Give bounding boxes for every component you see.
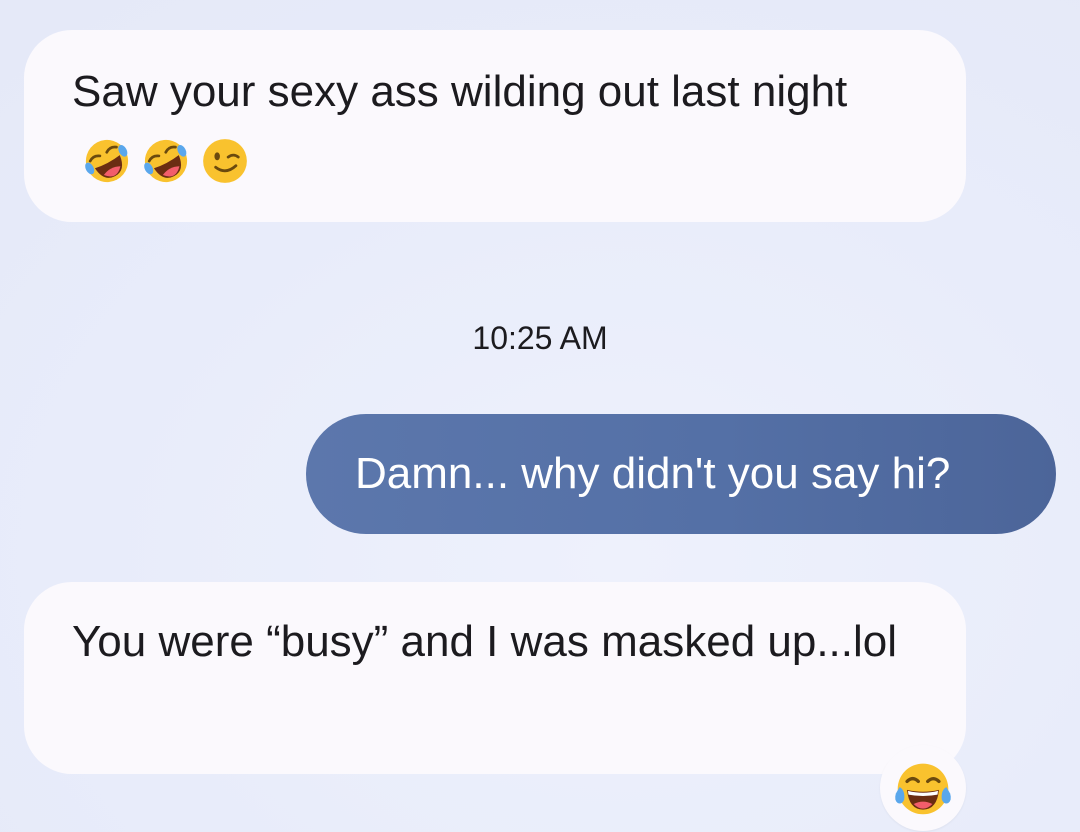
- message-reaction[interactable]: [880, 745, 966, 831]
- message-text: Saw your sexy ass wilding out last night: [72, 67, 848, 116]
- message-timestamp: 10:25 AM: [472, 320, 608, 356]
- outgoing-message-bubble[interactable]: Damn... why didn't you say hi?: [306, 414, 1056, 534]
- incoming-message-bubble[interactable]: Saw your sexy ass wilding out last night: [24, 30, 966, 222]
- message-text: Damn... why didn't you say hi?: [355, 449, 951, 498]
- incoming-message-bubble[interactable]: You were “busy” and I was masked up...lo…: [24, 582, 966, 774]
- winking-face-emoji-icon: [203, 139, 247, 184]
- rolling-on-floor-laughing-emoji-icon: [144, 140, 188, 183]
- face-with-tears-of-joy-emoji-icon: [895, 763, 951, 815]
- message-text: You were “busy” and I was masked up...lo…: [72, 617, 898, 666]
- rolling-on-floor-laughing-emoji-icon: [85, 140, 129, 183]
- emoji-group: [82, 124, 259, 193]
